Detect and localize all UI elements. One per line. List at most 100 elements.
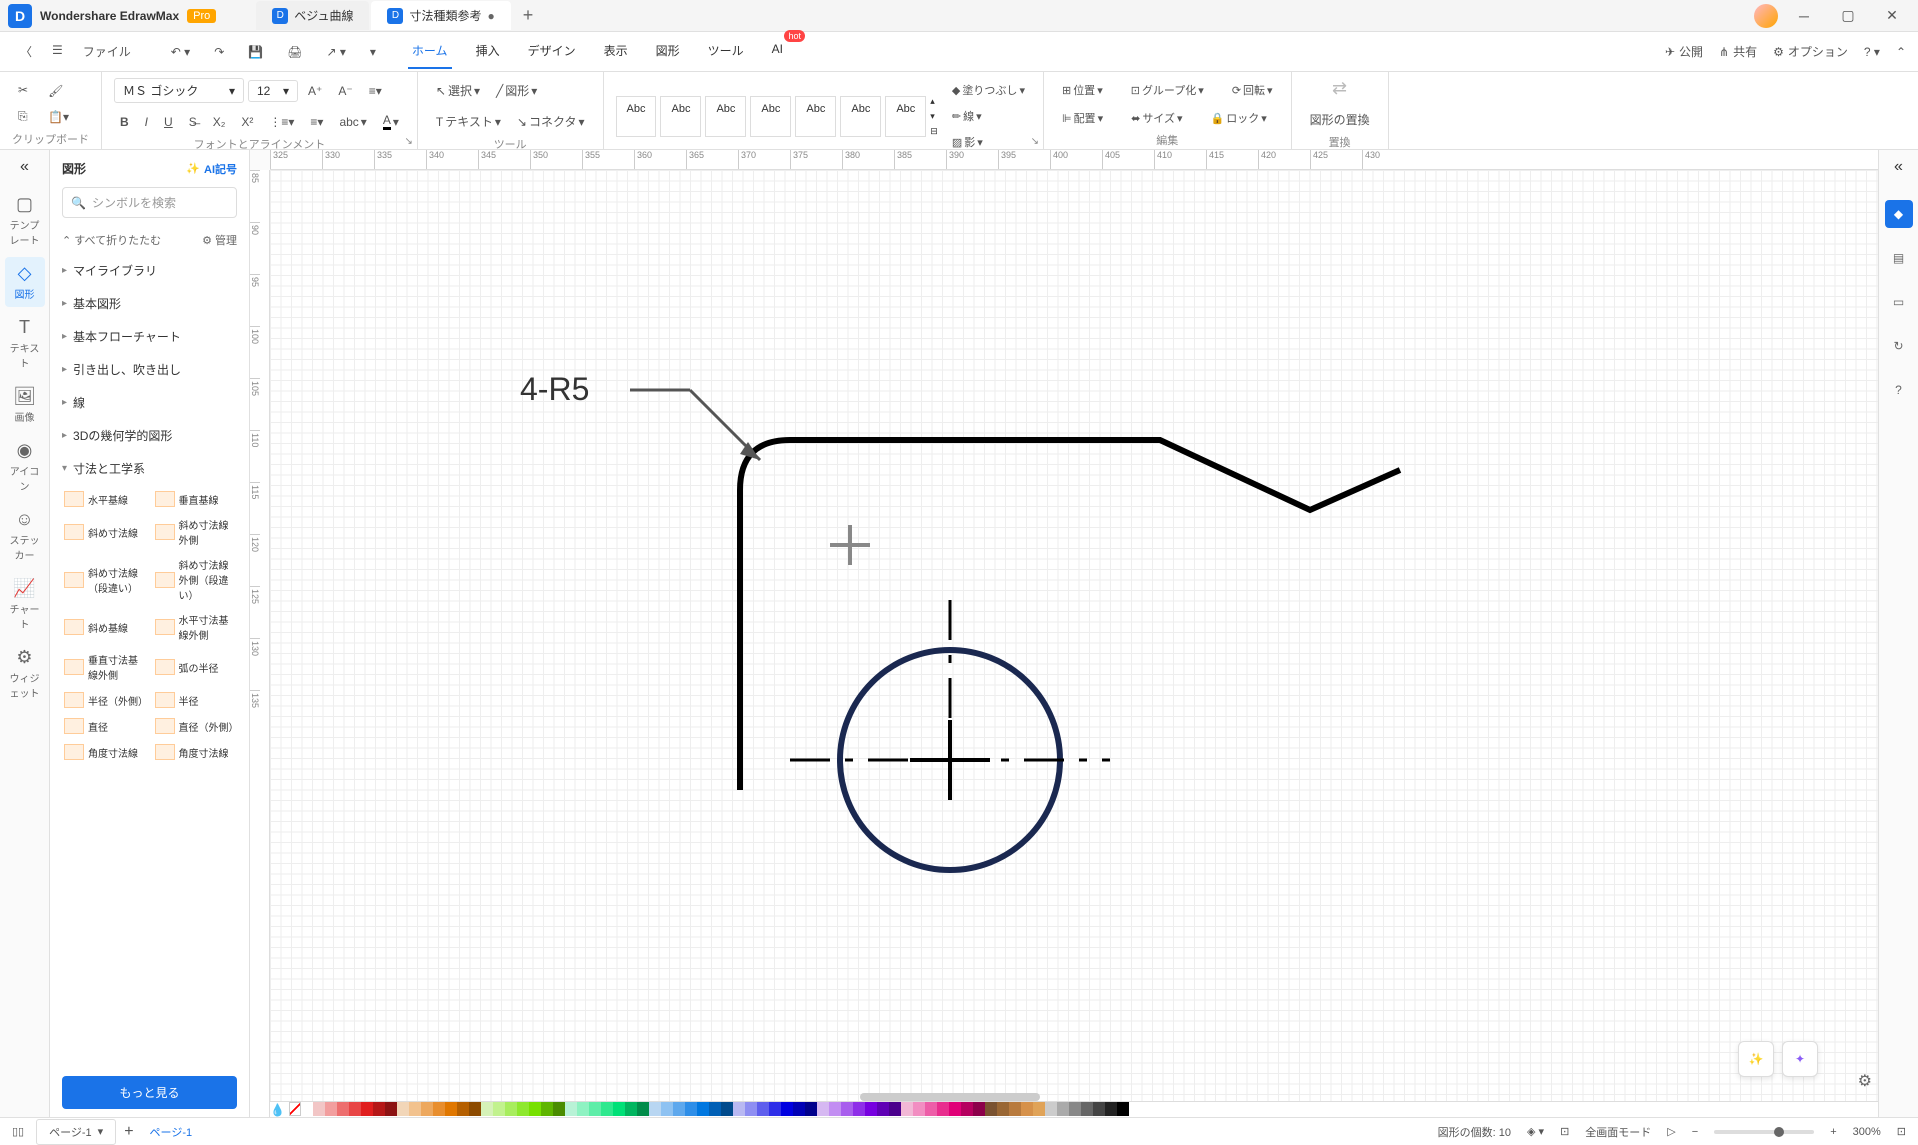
style-scroll-down[interactable]: ▾ (930, 111, 938, 122)
group-button[interactable]: ⊡ グループ化 ▾ (1125, 78, 1210, 102)
color-swatch[interactable] (829, 1102, 841, 1116)
zoom-fit-icon[interactable]: ⊡ (1897, 1125, 1906, 1138)
color-swatch[interactable] (985, 1102, 997, 1116)
no-color-swatch[interactable] (289, 1102, 301, 1116)
color-swatch[interactable] (493, 1102, 505, 1116)
doc-tab-bezier[interactable]: D ベジュ曲線 (256, 1, 369, 30)
minimize-button[interactable]: ─ (1786, 2, 1822, 30)
color-swatch[interactable] (421, 1102, 433, 1116)
color-swatch[interactable] (673, 1102, 685, 1116)
text-case-button[interactable]: abc▾ (333, 111, 372, 133)
color-swatch[interactable] (481, 1102, 493, 1116)
shape-item[interactable]: 水平寸法基線外側 (153, 610, 238, 644)
align-button[interactable]: ⊫ 配置 ▾ (1056, 106, 1109, 130)
color-swatch[interactable] (841, 1102, 853, 1116)
more-button[interactable]: ▾ (362, 41, 384, 63)
drawing-canvas[interactable]: 4-R5 (270, 170, 1878, 1117)
color-swatch[interactable] (709, 1102, 721, 1116)
tab-shapes[interactable]: 図形 (652, 34, 684, 69)
more-shapes-button[interactable]: もっと見る (62, 1076, 237, 1109)
collapse-left-icon[interactable]: « (20, 158, 29, 176)
shape-item[interactable]: 弧の半径 (153, 650, 238, 684)
color-swatch[interactable] (1105, 1102, 1117, 1116)
publish-button[interactable]: ✈ 公開 (1665, 43, 1703, 60)
line-button[interactable]: ✏ 線 ▾ (946, 104, 1031, 128)
right-tool-present[interactable]: ▭ (1885, 288, 1913, 316)
color-swatch[interactable] (553, 1102, 565, 1116)
color-swatch[interactable] (1081, 1102, 1093, 1116)
color-swatch[interactable] (685, 1102, 697, 1116)
color-swatch[interactable] (1069, 1102, 1081, 1116)
redo-button[interactable]: ↷ (206, 41, 232, 63)
expand-style-icon[interactable]: ↘ (1031, 136, 1039, 147)
cat-callout[interactable]: 引き出し、吹き出し (62, 353, 237, 386)
cut-button[interactable]: ✂ (12, 79, 34, 101)
color-swatch[interactable] (889, 1102, 901, 1116)
doc-tab-dimension[interactable]: D 寸法種類参考 ● (371, 1, 510, 30)
color-swatch[interactable] (1057, 1102, 1069, 1116)
tab-tools[interactable]: ツール (704, 34, 748, 69)
shape-item[interactable]: 角度寸法線 (62, 742, 147, 762)
right-tool-history[interactable]: ↻ (1885, 332, 1913, 360)
color-swatch[interactable] (925, 1102, 937, 1116)
replace-shape-button[interactable]: 図形の置換 (1304, 107, 1376, 132)
left-tool-widget[interactable]: ⚙ウィジェット (5, 641, 45, 706)
add-page-button[interactable]: + (124, 1123, 133, 1141)
color-swatch[interactable] (1093, 1102, 1105, 1116)
color-swatch[interactable] (577, 1102, 589, 1116)
manage-button[interactable]: ⚙ 管理 (202, 232, 237, 248)
color-swatch[interactable] (373, 1102, 385, 1116)
style-preset-4[interactable]: Abc (750, 96, 791, 137)
fill-button[interactable]: ◆ 塗りつぶし ▾ (946, 78, 1031, 102)
style-preset-7[interactable]: Abc (885, 96, 926, 137)
color-swatch[interactable] (517, 1102, 529, 1116)
fit-icon[interactable]: ⊡ (1560, 1125, 1569, 1138)
play-icon[interactable]: ▷ (1667, 1125, 1675, 1138)
select-tool-button[interactable]: ↖ 選択 ▾ (430, 78, 486, 103)
text-tool-button[interactable]: T テキスト ▾ (430, 109, 507, 134)
ai-symbols-link[interactable]: ✨ AI記号 (186, 161, 237, 177)
shape-item[interactable]: 斜め寸法線外側 (153, 515, 238, 549)
subscript-button[interactable]: X₂ (207, 111, 232, 133)
color-swatch[interactable] (349, 1102, 361, 1116)
style-preset-6[interactable]: Abc (840, 96, 881, 137)
color-swatch[interactable] (1009, 1102, 1021, 1116)
left-tool-shapes[interactable]: ◇図形 (5, 257, 45, 307)
left-tool-chart[interactable]: 📈チャート (5, 572, 45, 637)
font-family-select[interactable]: ＭＳ ゴシック▾ (114, 78, 244, 103)
color-swatch[interactable] (997, 1102, 1009, 1116)
cat-mylib[interactable]: マイライブラリ (62, 254, 237, 287)
font-color-button[interactable]: A▾ (377, 109, 405, 134)
shape-item[interactable]: 斜め基線 (62, 610, 147, 644)
decrease-font-button[interactable]: A⁻ (332, 80, 358, 102)
cat-basic-shapes[interactable]: 基本図形 (62, 287, 237, 320)
style-preset-1[interactable]: Abc (616, 96, 657, 137)
style-preset-2[interactable]: Abc (660, 96, 701, 137)
shape-tool-button[interactable]: ╱ 図形 ▾ (490, 78, 543, 103)
color-swatch[interactable] (325, 1102, 337, 1116)
color-swatch[interactable] (913, 1102, 925, 1116)
shape-item[interactable]: 斜め寸法線 (62, 515, 147, 549)
color-swatch[interactable] (313, 1102, 325, 1116)
color-swatch[interactable] (697, 1102, 709, 1116)
color-swatch[interactable] (721, 1102, 733, 1116)
superscript-button[interactable]: X² (235, 111, 259, 133)
save-button[interactable]: 💾 (240, 41, 271, 63)
right-tool-theme[interactable]: ◆ (1885, 200, 1913, 228)
style-preset-3[interactable]: Abc (705, 96, 746, 137)
user-avatar[interactable] (1754, 4, 1778, 28)
color-swatch[interactable] (733, 1102, 745, 1116)
add-tab-button[interactable]: + (513, 1, 544, 30)
paste-button[interactable]: 📋▾ (42, 106, 75, 128)
color-swatch[interactable] (937, 1102, 949, 1116)
tab-insert[interactable]: 挿入 (472, 34, 504, 69)
strikethrough-button[interactable]: S̶ (183, 111, 203, 133)
collapse-all-button[interactable]: ⌃ すべて折りたたむ (62, 232, 161, 248)
color-swatch[interactable] (445, 1102, 457, 1116)
color-swatch[interactable] (541, 1102, 553, 1116)
color-swatch[interactable] (781, 1102, 793, 1116)
color-swatch[interactable] (1033, 1102, 1045, 1116)
export-button[interactable]: ↗ ▾ (318, 41, 353, 63)
fullscreen-button[interactable]: 全画面モード (1585, 1124, 1651, 1140)
page-tab-1[interactable]: ページ-1 (142, 1120, 201, 1144)
